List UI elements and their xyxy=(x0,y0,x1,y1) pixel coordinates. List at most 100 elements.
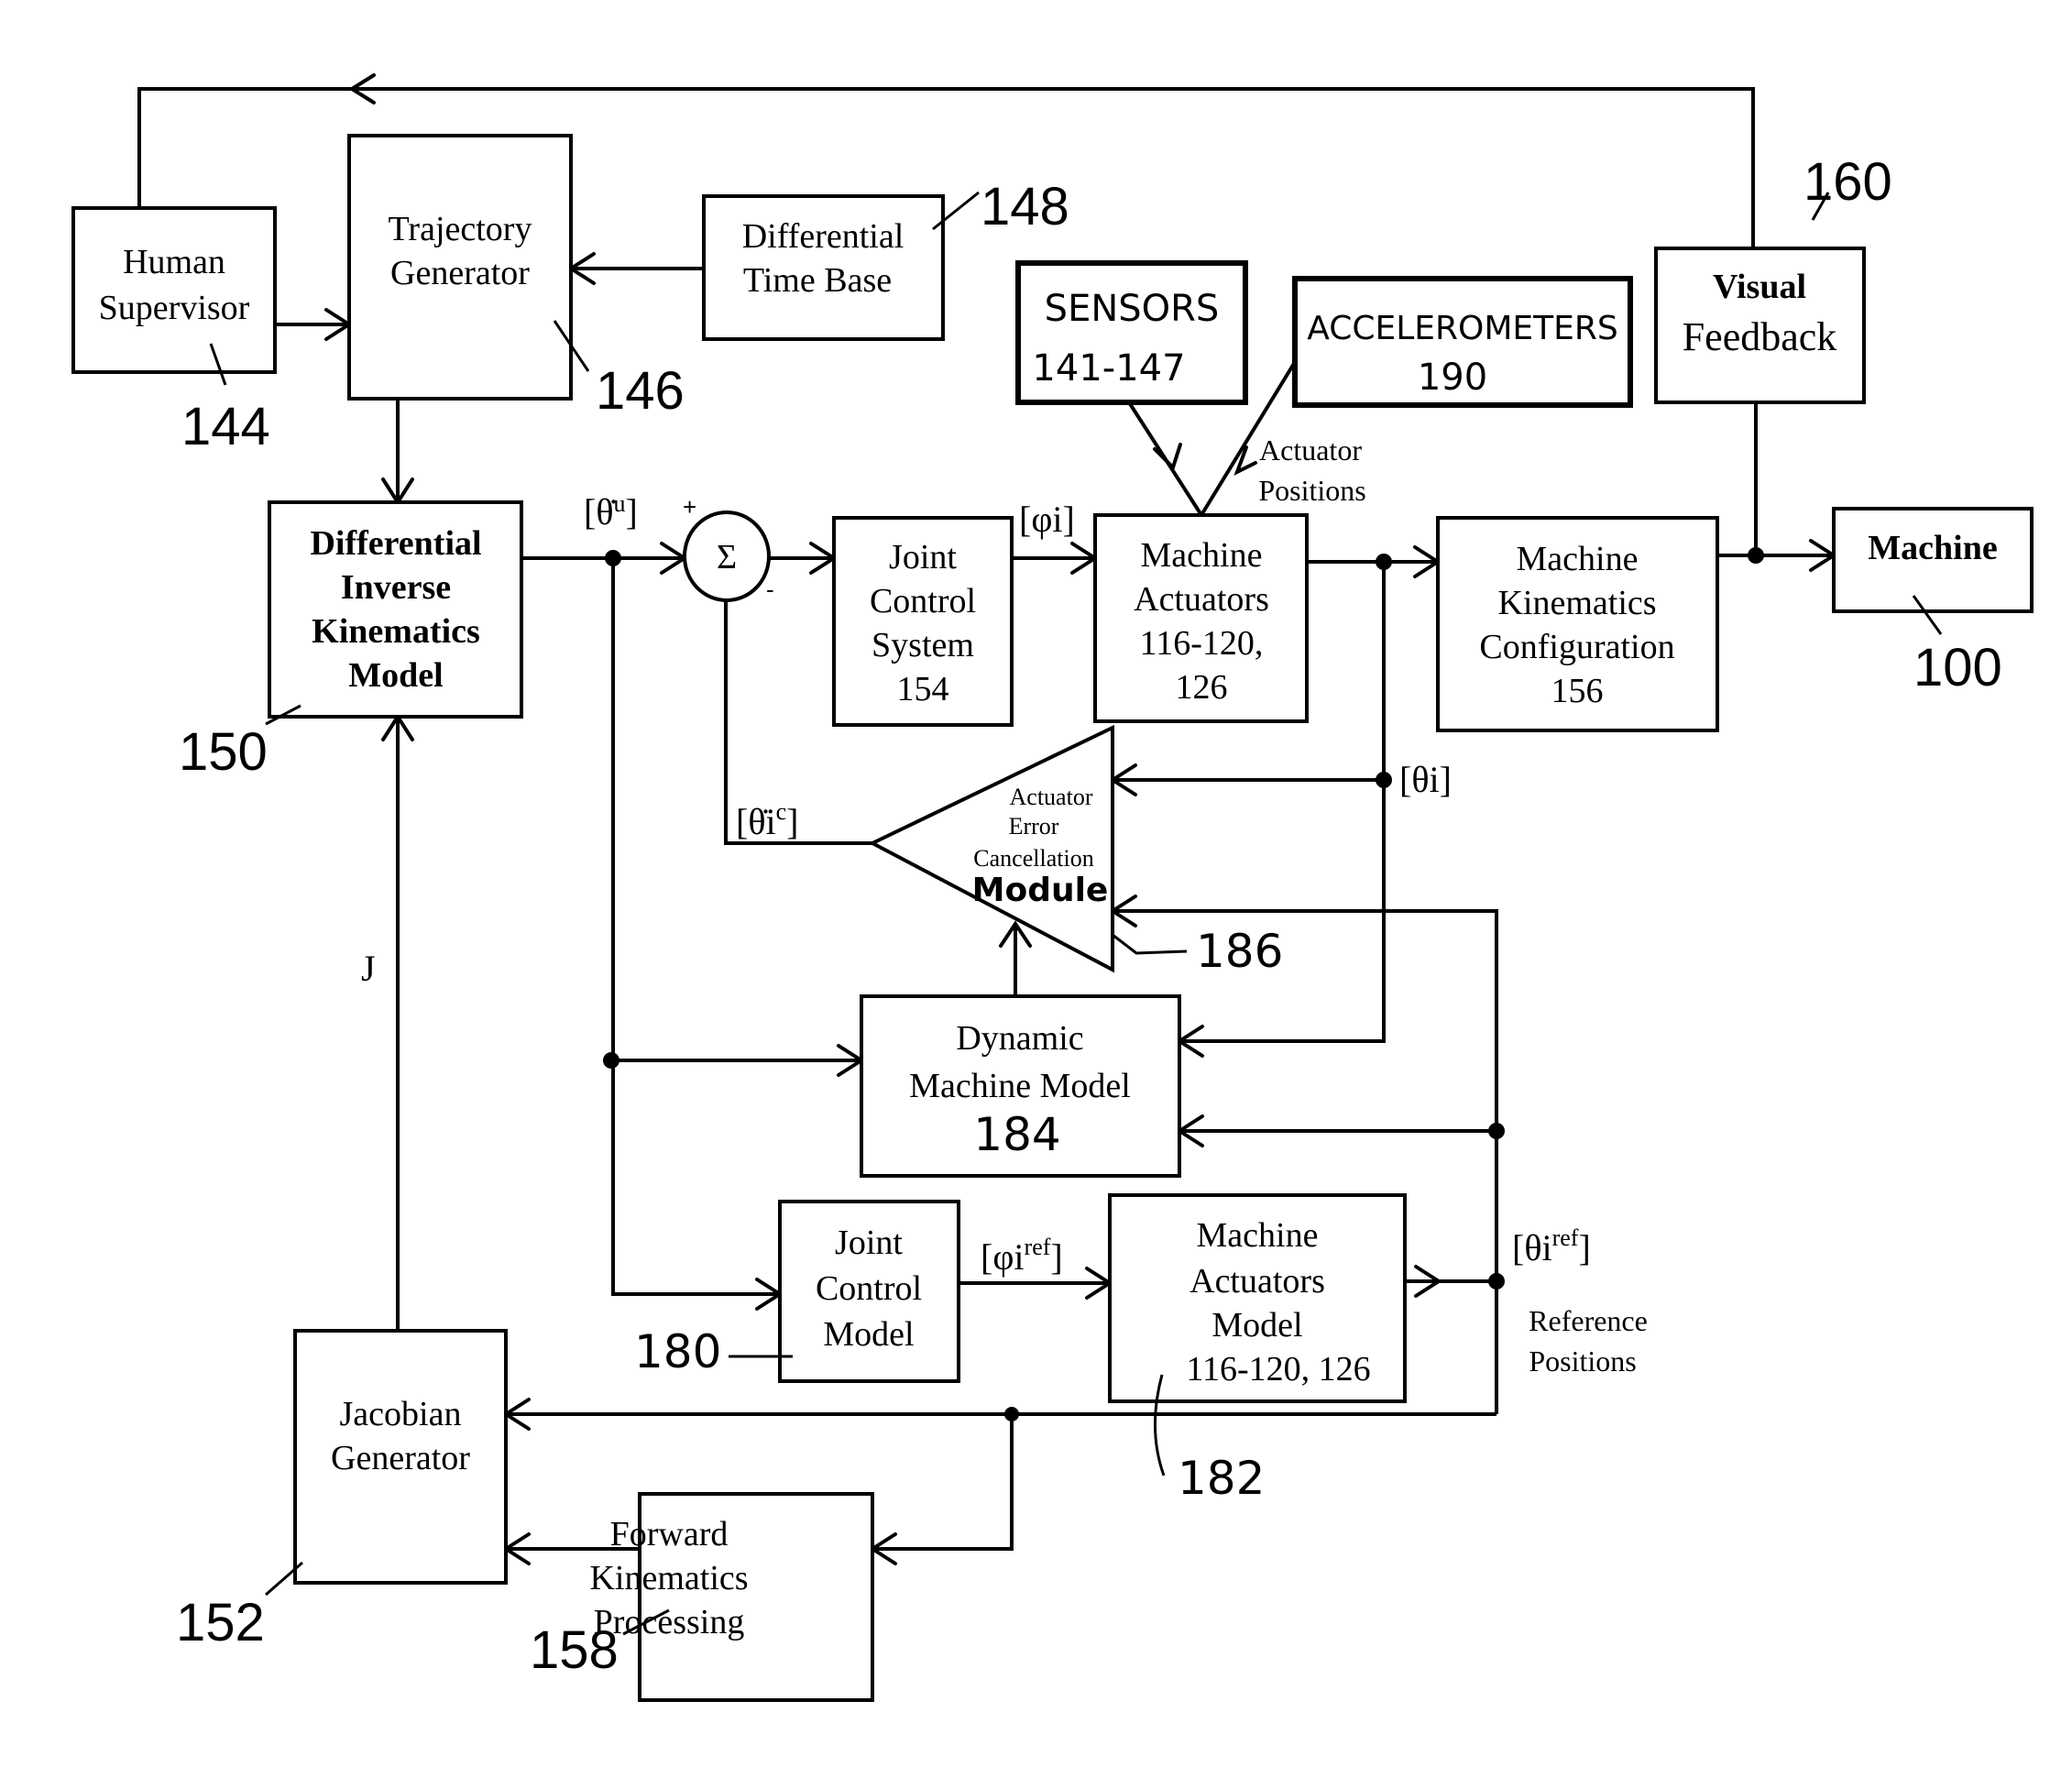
label-reference-positions: Reference xyxy=(1529,1304,1648,1337)
summing-junction[interactable]: Σ + - xyxy=(683,493,774,603)
junction-ref xyxy=(1488,1273,1505,1290)
signal-phi-i: [φi] xyxy=(1019,499,1075,540)
block-label: Configuration xyxy=(1479,628,1674,666)
block-label: 116-120, 126 xyxy=(1186,1350,1370,1388)
block-label: Joint xyxy=(835,1224,903,1262)
block-label: Supervisor xyxy=(99,289,250,327)
block-label: Error xyxy=(1009,813,1059,840)
ref-number: 180 xyxy=(634,1325,721,1378)
block-label: Forward xyxy=(610,1515,729,1553)
block-label: Actuators xyxy=(1189,1262,1325,1301)
block-label: Module xyxy=(972,872,1109,909)
plus-sign: + xyxy=(683,493,696,521)
block-label: Inverse xyxy=(341,568,451,607)
control-block-diagram: Human Supervisor 144 Trajectory Generato… xyxy=(71,73,2034,1702)
block-machine-actuators[interactable]: Machine Actuators 116-120, 126 xyxy=(1093,513,1309,723)
block-joint-control-system[interactable]: Joint Control System 154 xyxy=(832,516,1014,727)
block-label: Machine Model xyxy=(909,1067,1131,1105)
block-label: Control xyxy=(816,1269,922,1308)
signal-theta-u: [θ̇u] xyxy=(584,490,638,532)
ref-number: 148 xyxy=(981,177,1069,236)
block-machine[interactable]: Machine 100 xyxy=(1832,507,2034,697)
signal-theta-i: [θi] xyxy=(1399,759,1452,800)
block-label: 154 xyxy=(897,670,949,708)
block-accelerometers[interactable]: ACCELEROMETERS 190 xyxy=(1292,276,1633,408)
block-label: Machine xyxy=(1517,540,1639,578)
block-label: Cancellation xyxy=(973,845,1093,872)
block-label: Trajectory xyxy=(389,210,532,248)
block-jacobian-generator[interactable]: Jacobian Generator 152 xyxy=(176,1329,508,1652)
ref-number: 146 xyxy=(596,361,685,421)
junction-actuators-out xyxy=(1376,554,1392,570)
block-machine-actuators-model[interactable]: Machine Actuators Model 116-120, 126 182 xyxy=(1108,1193,1407,1505)
block-label: Machine xyxy=(1868,529,1997,567)
block-label: 156 xyxy=(1551,672,1604,710)
block-label: Differential xyxy=(310,524,481,563)
block-label: Visual xyxy=(1713,268,1806,306)
block-human-supervisor[interactable]: Human Supervisor 144 xyxy=(71,206,277,456)
block-label: Machine xyxy=(1141,536,1263,575)
block-visual-feedback[interactable]: Visual Feedback 160 xyxy=(1654,152,1892,404)
block-label: Dynamic xyxy=(956,1019,1083,1058)
wire-thetau-branch xyxy=(611,558,780,1296)
junction-ref-bottom xyxy=(1004,1407,1019,1421)
signal-phi-i-ref: [φiref] xyxy=(981,1234,1063,1278)
block-label: System xyxy=(872,626,974,664)
block-label: Model xyxy=(348,656,443,695)
block-label: Generator xyxy=(390,254,530,292)
block-trajectory-generator[interactable]: Trajectory Generator 146 xyxy=(347,134,685,421)
block-label: Human xyxy=(123,243,225,281)
block-label: Kinematics xyxy=(589,1559,748,1597)
label-actuator-positions: Positions xyxy=(1258,474,1365,507)
block-label: Joint xyxy=(889,538,957,576)
block-label: Actuator xyxy=(1010,784,1093,810)
block-label: Kinematics xyxy=(312,612,480,651)
ref-number: 150 xyxy=(179,722,268,782)
block-sensors[interactable]: SENSORS 141-147 xyxy=(1015,260,1248,405)
block-label: Model xyxy=(823,1315,914,1354)
ref-number: 144 xyxy=(181,397,270,456)
block-machine-kinematics-configuration[interactable]: Machine Kinematics Configuration 156 xyxy=(1436,516,1719,732)
block-differential-time-base[interactable]: Differential Time Base 148 xyxy=(702,177,1069,341)
block-label: Machine xyxy=(1197,1216,1319,1255)
block-label: 184 xyxy=(973,1108,1060,1161)
block-label: Differential xyxy=(742,217,904,256)
block-joint-control-model[interactable]: Joint Control Model 180 xyxy=(634,1200,960,1383)
block-label: 190 xyxy=(1418,357,1487,399)
block-label: Control xyxy=(870,582,976,620)
block-label: Kinematics xyxy=(1497,584,1656,622)
ref-number: 182 xyxy=(1178,1452,1265,1505)
junction-thetai xyxy=(1376,772,1392,788)
block-actuator-error-cancellation[interactable]: Actuator Error Cancellation Module 186 xyxy=(868,724,1283,978)
ref-number: 186 xyxy=(1196,925,1283,978)
junction-machine xyxy=(1748,547,1764,564)
wire-ref-to-fkp xyxy=(872,1414,1014,1551)
block-label: 116-120, xyxy=(1140,624,1264,663)
label-actuator-positions: Actuator xyxy=(1259,434,1362,466)
block-label: Time Base xyxy=(743,261,892,300)
ref-number: 158 xyxy=(530,1620,619,1680)
signal-theta-i-ref: [θiref] xyxy=(1512,1224,1591,1268)
junction-thetau-dmm xyxy=(603,1052,619,1069)
block-label: SENSORS xyxy=(1045,288,1220,330)
sigma-symbol: Σ xyxy=(717,538,737,576)
signal-theta-i-c: [θ̇ic] xyxy=(736,798,798,842)
signal-jacobian: J xyxy=(361,948,376,989)
block-label: 126 xyxy=(1176,668,1228,707)
block-label: Actuators xyxy=(1134,580,1269,619)
label-reference-positions: Positions xyxy=(1529,1344,1636,1377)
block-label: Feedback xyxy=(1683,314,1837,359)
ref-number: 152 xyxy=(176,1593,265,1652)
block-dynamic-machine-model[interactable]: Dynamic Machine Model 184 xyxy=(860,994,1181,1178)
block-label: Model xyxy=(1211,1306,1302,1344)
block-label: 141-147 xyxy=(1032,347,1185,390)
block-label: Jacobian xyxy=(340,1395,462,1433)
block-label: ACCELEROMETERS xyxy=(1307,310,1618,347)
junction-thetau xyxy=(605,550,621,566)
block-label: Generator xyxy=(331,1439,470,1477)
block-forward-kinematics[interactable]: Forward Kinematics Processing 158 xyxy=(530,1492,874,1702)
minus-sign: - xyxy=(766,576,774,603)
block-differential-inverse-kinematics[interactable]: Differential Inverse Kinematics Model 15… xyxy=(179,500,523,782)
ref-number: 160 xyxy=(1803,152,1892,212)
junction-ref-dmm xyxy=(1488,1123,1505,1139)
